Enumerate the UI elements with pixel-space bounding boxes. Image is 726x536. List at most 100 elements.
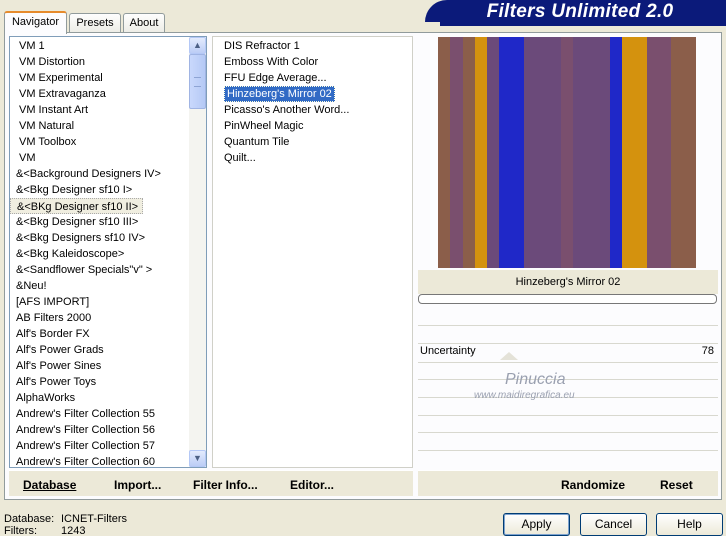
status-database-label: Database: — [4, 513, 55, 525]
category-item[interactable]: &<Background Designers IV> — [10, 166, 190, 182]
category-item-label: Alf's Power Toys — [16, 376, 97, 388]
preview-stripe — [438, 37, 451, 268]
preview-stripe — [585, 37, 598, 268]
preview-stripe — [450, 37, 463, 268]
category-scrollbar[interactable]: ▲ ▼ — [189, 37, 206, 467]
category-item[interactable]: &<Bkg Designers sf10 IV> — [10, 230, 190, 246]
category-item[interactable]: &<Bkg Designer sf10 I> — [10, 182, 190, 198]
preview-stripe — [536, 37, 549, 268]
filter-item[interactable]: Picasso's Another Word... — [213, 102, 412, 118]
param-divider — [418, 415, 718, 416]
scroll-up-icon[interactable]: ▲ — [189, 37, 206, 54]
category-item[interactable]: Andrew's Filter Collection 57 — [10, 438, 190, 454]
filter-info-button[interactable]: Filter Info... — [193, 478, 258, 492]
database-button[interactable]: Database — [23, 478, 76, 492]
import-button[interactable]: Import... — [114, 478, 161, 492]
scroll-down-icon[interactable]: ▼ — [189, 450, 206, 467]
parameter-label: Uncertainty — [420, 345, 476, 357]
status-database-value: ICNET-Filters — [61, 513, 127, 525]
preview-stripe — [474, 37, 488, 268]
tab-navigator[interactable]: Navigator — [4, 11, 67, 34]
category-item-label: Alf's Power Sines — [16, 360, 102, 372]
category-item[interactable]: &<BKg Designer sf10 II> — [10, 198, 190, 214]
preview-actions-bar: Randomize Reset — [418, 470, 718, 496]
category-list[interactable]: VM 1 VM Distortion VM Experimental VM Extra… — [9, 36, 207, 468]
category-item[interactable]: AlphaWorks — [10, 390, 190, 406]
preview-stripe — [548, 37, 561, 268]
preview-stripe — [671, 37, 684, 268]
category-item[interactable]: VM Distortion — [10, 54, 190, 70]
category-item-label: &<Sandflower Specials"v" > — [16, 264, 153, 276]
category-item-label: Andrew's Filter Collection 55 — [16, 408, 156, 420]
category-item-label: Alf's Power Grads — [16, 344, 104, 356]
category-item[interactable]: &<Bkg Designer sf10 III> — [10, 214, 190, 230]
filter-item[interactable]: FFU Edge Average... — [213, 70, 412, 86]
category-item[interactable]: &Neu! — [10, 278, 190, 294]
category-item[interactable]: VM Extravaganza — [10, 86, 190, 102]
param-divider — [418, 362, 718, 363]
category-item[interactable]: Andrew's Filter Collection 55 — [10, 406, 190, 422]
cancel-button[interactable]: Cancel — [580, 513, 647, 536]
watermark-name: Pinuccia — [505, 371, 566, 388]
tab-presets[interactable]: Presets — [69, 13, 121, 33]
preview-stripe — [609, 37, 623, 268]
category-item[interactable]: Alf's Power Sines — [10, 358, 190, 374]
preview-image — [438, 37, 696, 268]
preview-stripe — [683, 37, 696, 268]
category-item[interactable]: &<Bkg Kaleidoscope> — [10, 246, 190, 262]
filter-list[interactable]: DIS Refractor 1 Emboss With Color FFU Edge… — [212, 36, 413, 468]
preview-stripe — [646, 37, 660, 268]
category-item[interactable]: Alf's Power Grads — [10, 342, 190, 358]
filter-item[interactable]: Hinzeberg's Mirror 02 — [213, 86, 412, 102]
category-item[interactable]: VM — [10, 150, 190, 166]
filter-item[interactable]: Emboss With Color — [213, 54, 412, 70]
filter-item[interactable]: DIS Refractor 1 — [213, 38, 412, 54]
reset-button[interactable]: Reset — [660, 478, 693, 492]
randomize-button[interactable]: Randomize — [561, 478, 625, 492]
category-item[interactable]: Andrew's Filter Collection 56 — [10, 422, 190, 438]
category-item-label: &<Bkg Kaleidoscope> — [16, 248, 125, 260]
category-item[interactable]: VM Instant Art — [10, 102, 190, 118]
category-item[interactable]: Alf's Border FX — [10, 326, 190, 342]
category-item-label: Andrew's Filter Collection 56 — [16, 424, 156, 436]
category-item[interactable]: VM Toolbox — [10, 134, 190, 150]
tab-about[interactable]: About — [123, 13, 165, 33]
filter-item[interactable]: Quantum Tile — [213, 134, 412, 150]
editor-button[interactable]: Editor... — [290, 478, 334, 492]
category-item-label: VM — [19, 152, 36, 164]
category-item-label: &Neu! — [16, 280, 47, 292]
param-divider — [418, 343, 718, 344]
category-item-label: &<BKg Designer sf10 II> — [10, 198, 144, 214]
category-item[interactable]: [AFS IMPORT] — [10, 294, 190, 310]
apply-button[interactable]: Apply — [503, 513, 570, 536]
preview-stripe — [622, 37, 635, 268]
category-item[interactable]: &<Sandflower Specials"v" > — [10, 262, 190, 278]
preview-stripe — [560, 37, 574, 268]
scroll-thumb[interactable] — [189, 54, 206, 109]
category-item[interactable]: VM 1 — [10, 38, 190, 54]
preview-stripe — [634, 37, 647, 268]
category-items: VM 1 VM Distortion VM Experimental VM Extra… — [10, 38, 190, 467]
preview-stripe — [499, 37, 512, 268]
filter-items: DIS Refractor 1 Emboss With Color FFU Edge… — [213, 37, 412, 166]
category-item[interactable]: Andrew's Filter Collection 60 — [10, 454, 190, 467]
filter-item[interactable]: PinWheel Magic — [213, 118, 412, 134]
filter-item-label: Quilt... — [224, 152, 256, 164]
list-actions-bar: Database Import... Filter Info... Editor… — [9, 470, 413, 496]
category-item-label: Alf's Border FX — [16, 328, 90, 340]
help-button[interactable]: Help — [656, 513, 723, 536]
category-item-label: VM Toolbox — [19, 136, 77, 148]
category-item[interactable]: Alf's Power Toys — [10, 374, 190, 390]
category-item-label: VM Distortion — [19, 56, 86, 68]
filter-item-label: FFU Edge Average... — [224, 72, 327, 84]
preview-stripe — [462, 37, 475, 268]
category-item[interactable]: AB Filters 2000 — [10, 310, 190, 326]
parameter-area — [418, 306, 718, 468]
category-item[interactable]: VM Experimental — [10, 70, 190, 86]
param-divider — [418, 325, 718, 326]
slider-thumb[interactable] — [500, 352, 518, 360]
filter-item[interactable]: Quilt... — [213, 150, 412, 166]
filter-item-label: Quantum Tile — [224, 136, 290, 148]
category-item-label: VM 1 — [19, 40, 45, 52]
category-item[interactable]: VM Natural — [10, 118, 190, 134]
